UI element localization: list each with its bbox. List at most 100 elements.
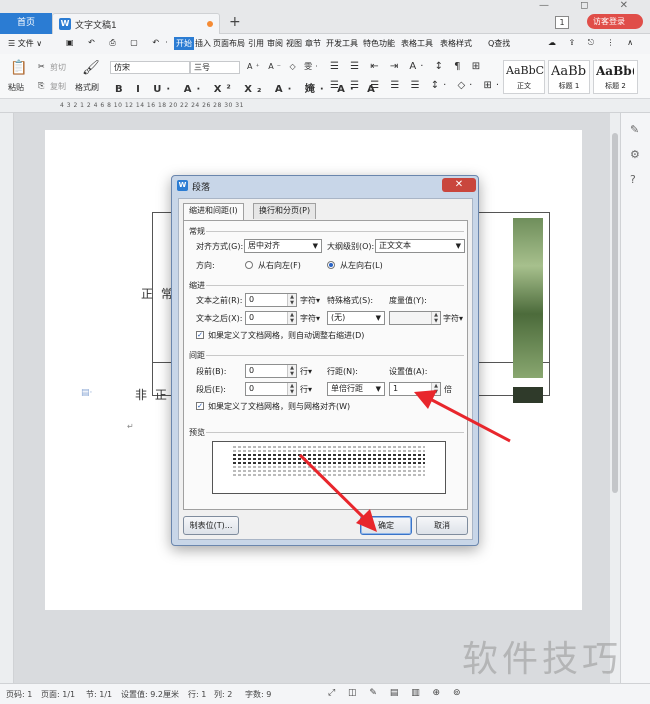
menu-item-features[interactable]: 特色功能	[363, 38, 395, 49]
search-button[interactable]: Q查找	[488, 38, 510, 49]
status-page[interactable]: 页码: 1	[6, 689, 32, 700]
window-count-badge[interactable]: 1	[555, 16, 569, 29]
status-col[interactable]: 列: 2	[214, 689, 232, 700]
space-after-input[interactable]: 0 ▲ ▼	[245, 382, 297, 396]
menu-item-table-style[interactable]: 表格样式	[440, 38, 472, 49]
menu-item-dev-tools[interactable]: 开发工具	[326, 38, 358, 49]
visitor-login-button[interactable]: 访客登录	[587, 14, 643, 29]
table-image-2[interactable]	[513, 387, 543, 403]
font-name-select[interactable]: 仿宋	[110, 61, 190, 74]
menu-item-layout[interactable]: 页面布局	[213, 38, 245, 49]
menu-item-reference[interactable]: 引用	[248, 38, 264, 49]
special-format-select[interactable]: (无) ▼	[327, 311, 385, 325]
tab-indent-spacing[interactable]: 缩进和间距(I)	[183, 203, 244, 220]
outline-level-select[interactable]: 正文文本 ▼	[375, 239, 465, 253]
cut-button[interactable]: 剪切	[50, 62, 66, 73]
status-words[interactable]: 字数: 9	[245, 689, 271, 700]
spacing-grid-checkbox[interactable]: ✓	[196, 402, 204, 410]
measure-unit[interactable]: 字符▾	[443, 313, 463, 324]
divider	[206, 285, 464, 286]
menu-item-home[interactable]: 开始	[174, 37, 194, 50]
menu-item-section[interactable]: 章节	[305, 38, 321, 49]
spinner-icon[interactable]: ▲ ▼	[287, 294, 296, 306]
document-tab[interactable]: W 文字文稿1	[52, 13, 220, 34]
horizontal-ruler[interactable]: 4 3 2 1 2 4 6 8 10 12 14 16 18 20 22 24 …	[0, 99, 650, 113]
status-pages[interactable]: 页面: 1/1	[41, 689, 75, 700]
spinner-icon[interactable]: ▲ ▼	[287, 383, 296, 395]
indent-after-input[interactable]: 0 ▲ ▼	[245, 311, 297, 325]
file-menu[interactable]: ☰ 文件 ∨	[8, 38, 42, 49]
indent-before-value: 0	[249, 295, 255, 304]
indent-grid-label[interactable]: 如果定义了文档网格，则自动调整右缩进(D)	[208, 330, 364, 341]
font-size-grow-shrink-icons[interactable]: A⁺ A⁻ ◇ 雯·	[247, 61, 321, 72]
style-normal[interactable]: AaBbCcI 正文	[503, 60, 545, 94]
tab-stops-button[interactable]: 制表位(T)...	[183, 516, 239, 535]
rtl-radio-label[interactable]: 从右向左(F)	[258, 260, 301, 271]
measure-input[interactable]: ▲ ▼	[389, 311, 441, 325]
alignment-buttons[interactable]: ☰ ☰ ☰ ☰ ☰ ↕· ◇· ⊞·	[330, 80, 503, 91]
spinner-icon[interactable]: ▲ ▼	[287, 365, 296, 377]
help-icon[interactable]: ?	[630, 173, 636, 186]
dialog-title-bar[interactable]: W 段落 ✕	[172, 176, 478, 196]
paragraph-preview	[212, 441, 446, 494]
dialog-close-button[interactable]: ✕	[442, 178, 476, 192]
setting-value-input[interactable]: 1 ▲ ▼	[389, 382, 441, 396]
space-after-unit[interactable]: 行▾	[300, 384, 312, 395]
spinner-icon[interactable]: ▲ ▼	[287, 312, 296, 324]
format-painter-icon[interactable]: 🖌	[82, 60, 100, 76]
settings-sliders-icon[interactable]: ⚙	[630, 148, 640, 161]
font-size-select[interactable]: 三号	[190, 61, 240, 74]
space-before-input[interactable]: 0 ▲ ▼	[245, 364, 297, 378]
style-heading-1[interactable]: AaBb 标题 1	[548, 60, 590, 94]
indent-after-unit[interactable]: 字符▾	[300, 313, 320, 324]
status-setting[interactable]: 设置值: 9.2厘米	[121, 689, 179, 700]
vertical-scrollbar[interactable]	[610, 113, 620, 683]
copy-button[interactable]: 复制	[50, 81, 66, 92]
space-before-unit[interactable]: 行▾	[300, 366, 312, 377]
tab-line-page-break[interactable]: 换行和分页(P)	[253, 203, 317, 219]
spinner-icon[interactable]: ▲ ▼	[431, 312, 440, 324]
paste-icon[interactable]: 📋	[10, 60, 27, 76]
document-tab-label: 文字文稿1	[75, 21, 117, 31]
ltr-radio[interactable]	[327, 261, 335, 269]
vertical-ruler[interactable]	[0, 113, 14, 683]
rtl-radio[interactable]	[245, 261, 253, 269]
dialog-body: 缩进和间距(I) 换行和分页(P) 常规 对齐方式(G): 居中对齐 ▼ 大纲级别…	[178, 198, 473, 540]
line-spacing-select[interactable]: 单倍行距 ▼	[327, 382, 385, 396]
scrollbar-thumb[interactable]	[612, 133, 618, 493]
spacing-grid-label[interactable]: 如果定义了文档网格，则与网格对齐(W)	[208, 401, 350, 412]
home-tab[interactable]: 首页	[0, 13, 52, 34]
indent-grid-checkbox[interactable]: ✓	[196, 331, 204, 339]
style-heading-2[interactable]: AaBb( 标题 2	[593, 60, 638, 94]
status-row[interactable]: 行: 1	[188, 689, 206, 700]
menu-item-insert[interactable]: 插入	[195, 38, 211, 49]
menu-item-table-tools[interactable]: 表格工具	[401, 38, 433, 49]
chevron-down-icon: ▼	[312, 242, 318, 250]
paste-button[interactable]: 粘贴	[8, 82, 24, 93]
new-tab-button[interactable]: +	[229, 13, 241, 31]
preview-line	[233, 470, 425, 472]
setting-value-value: 1	[393, 384, 399, 393]
ok-button[interactable]: 确定	[360, 516, 412, 535]
table-cell-normal[interactable]: 正 常	[141, 285, 175, 302]
list-buttons[interactable]: ☰ ☰ ⇤ ⇥ A· ↕ ¶ ⊞	[330, 61, 484, 72]
indent-before-input[interactable]: 0 ▲ ▼	[245, 293, 297, 307]
cut-icon[interactable]: ✂	[38, 62, 45, 71]
menu-item-view[interactable]: 视图	[286, 38, 302, 49]
view-mode-icons[interactable]: ⤢ ◫ ✎ ▤ ▥ ⊕ ⊚	[328, 688, 466, 698]
indent-before-unit[interactable]: 字符▾	[300, 295, 320, 306]
copy-icon[interactable]: ⎘	[38, 81, 44, 91]
alignment-select[interactable]: 居中对齐 ▼	[244, 239, 322, 253]
status-section[interactable]: 节: 1/1	[86, 689, 112, 700]
menu-right-icons[interactable]: ☁ ⇪ ⎋ ⋮ ∧	[548, 38, 638, 48]
ltr-radio-label[interactable]: 从左向右(L)	[340, 260, 383, 271]
menu-item-review[interactable]: 审阅	[267, 38, 283, 49]
edit-pen-icon[interactable]: ✎	[630, 123, 639, 136]
cancel-button[interactable]: 取消	[416, 516, 468, 535]
quick-access-icons[interactable]: ▣ ↶ ⎙ ▢ ↶·	[66, 38, 174, 48]
spinner-icon[interactable]: ▲ ▼	[431, 383, 440, 395]
paragraph-handle-icon[interactable]: ▤·	[81, 388, 92, 398]
window-controls[interactable]: — ◻ ✕	[539, 0, 642, 11]
format-painter-button[interactable]: 格式刷	[75, 82, 99, 93]
table-image[interactable]	[513, 218, 543, 378]
